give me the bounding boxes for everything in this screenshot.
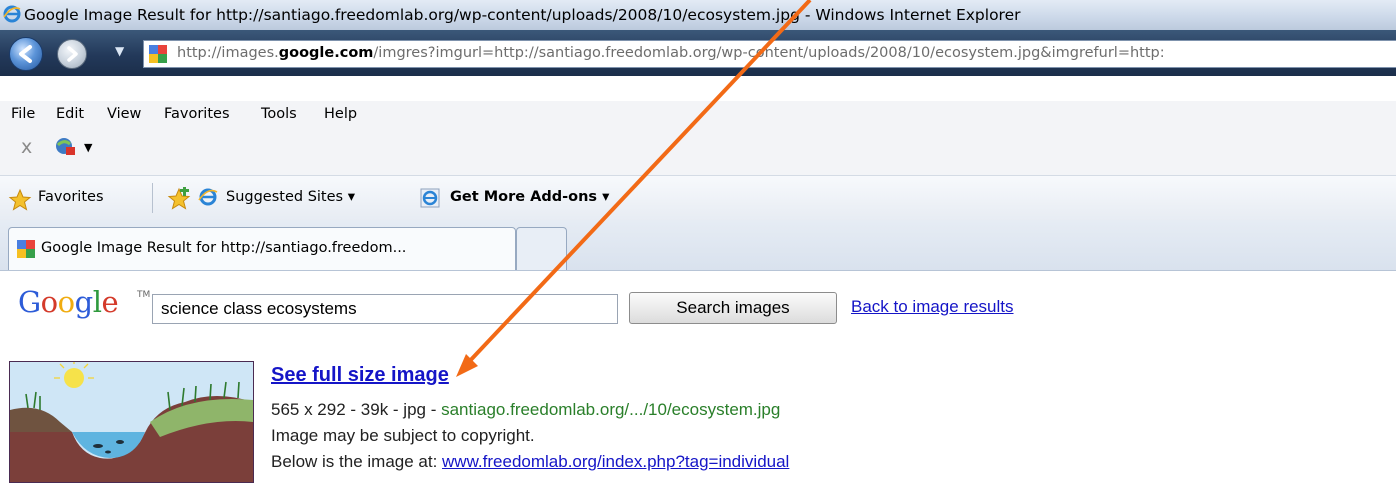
- address-bar[interactable]: http://images.google.com/imgres?imgurl=h…: [143, 40, 1396, 68]
- addon-dropdown-icon[interactable]: ▼: [84, 141, 92, 154]
- trademark-mark: TM: [137, 290, 151, 300]
- get-more-addons-icon: [420, 188, 440, 208]
- back-button[interactable]: [9, 37, 43, 71]
- ecosystem-thumbnail[interactable]: [9, 361, 254, 483]
- back-arrow-icon: [19, 45, 32, 63]
- address-url: http://images.google.com/imgres?imgurl=h…: [177, 45, 1165, 61]
- search-input[interactable]: [152, 294, 618, 324]
- addon-icon[interactable]: [54, 135, 76, 157]
- image-result-info: See full size image 565 x 292 - 39k - jp…: [271, 364, 789, 471]
- internet-explorer-icon: [3, 5, 21, 23]
- back-to-image-results-link[interactable]: Back to image results: [851, 297, 1014, 317]
- copyright-notice: Image may be subject to copyright.: [271, 426, 535, 445]
- tab-google-image-result[interactable]: Google Image Result for http://santiago.…: [8, 227, 516, 270]
- google-logo[interactable]: Google: [18, 285, 119, 319]
- suggested-sites-button[interactable]: Suggested Sites ▾: [226, 189, 355, 205]
- get-more-addons-button[interactable]: Get More Add-ons ▾: [450, 189, 609, 205]
- menu-view[interactable]: View: [107, 106, 141, 122]
- menu-help[interactable]: Help: [324, 106, 357, 122]
- search-images-button[interactable]: Search images: [629, 292, 837, 324]
- suggested-sites-icon: [198, 188, 218, 206]
- new-tab-button[interactable]: [516, 227, 567, 270]
- google-favicon-icon: [149, 45, 167, 63]
- below-image-line: Below is the image at: www.freedomlab.or…: [271, 452, 789, 472]
- image-source-url[interactable]: santiago.freedomlab.org/.../10/ecosystem…: [441, 400, 780, 419]
- source-page-link[interactable]: www.freedomlab.org/index.php?tag=individ…: [442, 452, 789, 471]
- below-prefix: Below is the image at:: [271, 452, 443, 471]
- favorites-separator: [152, 183, 153, 213]
- tab-bar: Google Image Result for http://santiago.…: [0, 220, 1396, 271]
- tab-google-favicon-icon: [17, 240, 35, 258]
- image-meta: 565 x 292 - 39k - jpg -: [271, 400, 442, 419]
- menu-tools[interactable]: Tools: [261, 106, 297, 122]
- window-title: Google Image Result for http://santiago.…: [24, 6, 1021, 24]
- image-meta-line: 565 x 292 - 39k - jpg - santiago.freedom…: [271, 400, 780, 420]
- navigation-bar: ▼ http://images.google.com/imgres?imgurl…: [0, 30, 1396, 76]
- favorites-star-icon: [8, 188, 32, 211]
- google-search-bar: Google TM Search images Back to image re…: [0, 285, 1396, 335]
- menu-favorites[interactable]: Favorites: [164, 106, 230, 122]
- see-full-size-image-link[interactable]: See full size image: [271, 364, 449, 387]
- title-bar: Google Image Result for http://santiago.…: [0, 0, 1396, 31]
- add-to-favorites-icon[interactable]: [167, 187, 191, 211]
- favorites-button[interactable]: Favorites: [38, 189, 104, 205]
- close-toolbar-button[interactable]: x: [21, 136, 32, 158]
- command-bar: x ▼: [0, 131, 1396, 175]
- menu-edit[interactable]: Edit: [56, 106, 84, 122]
- forward-button[interactable]: [57, 39, 87, 69]
- tab-label: Google Image Result for http://santiago.…: [41, 240, 407, 256]
- menu-file[interactable]: File: [11, 106, 35, 122]
- menu-bar: File Edit View Favorites Tools Help: [0, 101, 1396, 131]
- recent-pages-dropdown[interactable]: ▼: [115, 44, 124, 58]
- favorites-bar: Favorites Suggested Sites ▾ Get More Add…: [0, 175, 1396, 221]
- forward-arrow-icon: [67, 46, 78, 62]
